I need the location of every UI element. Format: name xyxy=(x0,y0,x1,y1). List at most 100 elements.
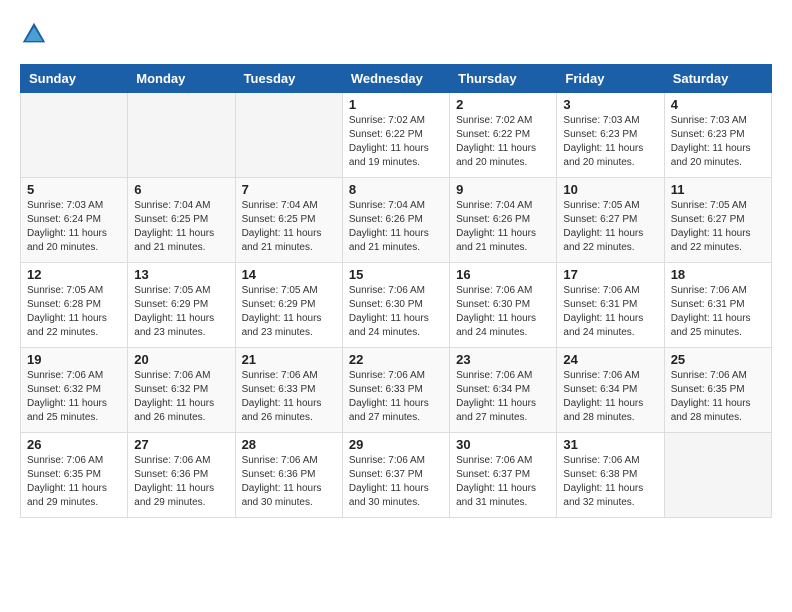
day-info: Sunrise: 7:05 AM Sunset: 6:28 PM Dayligh… xyxy=(27,284,121,340)
calendar-cell: 27 Sunrise: 7:06 AM Sunset: 6:36 PM Dayli… xyxy=(128,433,235,518)
day-number: 9 xyxy=(456,182,550,197)
calendar-cell xyxy=(128,93,235,178)
calendar-cell: 18 Sunrise: 7:06 AM Sunset: 6:31 PM Dayli… xyxy=(664,263,771,348)
day-info: Sunrise: 7:05 AM Sunset: 6:27 PM Dayligh… xyxy=(671,199,765,255)
calendar-cell: 20 Sunrise: 7:06 AM Sunset: 6:32 PM Dayli… xyxy=(128,348,235,433)
day-number: 25 xyxy=(671,352,765,367)
calendar-cell: 1Sunrise: 7:02 AM Sunset: 6:22 PM Daylig… xyxy=(342,93,449,178)
header-sunday: Sunday xyxy=(21,65,128,93)
calendar-cell: 25 Sunrise: 7:06 AM Sunset: 6:35 PM Dayli… xyxy=(664,348,771,433)
calendar-cell: 23 Sunrise: 7:06 AM Sunset: 6:34 PM Dayli… xyxy=(450,348,557,433)
header-saturday: Saturday xyxy=(664,65,771,93)
week-row-3: 12 Sunrise: 7:05 AM Sunset: 6:28 PM Dayli… xyxy=(21,263,772,348)
calendar-cell: 19 Sunrise: 7:06 AM Sunset: 6:32 PM Dayli… xyxy=(21,348,128,433)
calendar-cell: 30Sunrise: 7:06 AM Sunset: 6:37 PM Dayli… xyxy=(450,433,557,518)
day-number: 24 xyxy=(563,352,657,367)
day-number: 29 xyxy=(349,437,443,452)
calendar-cell: 3 Sunrise: 7:03 AM Sunset: 6:23 PM Daylig… xyxy=(557,93,664,178)
day-number: 1 xyxy=(349,97,443,112)
day-info: Sunrise: 7:06 AM Sunset: 6:35 PM Dayligh… xyxy=(27,454,121,510)
calendar-cell: 28 Sunrise: 7:06 AM Sunset: 6:36 PM Dayli… xyxy=(235,433,342,518)
day-number: 7 xyxy=(242,182,336,197)
day-number: 14 xyxy=(242,267,336,282)
day-info: Sunrise: 7:03 AM Sunset: 6:23 PM Dayligh… xyxy=(563,114,657,170)
day-info: Sunrise: 7:06 AM Sunset: 6:36 PM Dayligh… xyxy=(134,454,228,510)
day-info: Sunrise: 7:04 AM Sunset: 6:26 PM Dayligh… xyxy=(349,199,443,255)
day-info: Sunrise: 7:04 AM Sunset: 6:25 PM Dayligh… xyxy=(134,199,228,255)
day-number: 5 xyxy=(27,182,121,197)
day-info: Sunrise: 7:06 AM Sunset: 6:34 PM Dayligh… xyxy=(563,369,657,425)
day-info: Sunrise: 7:06 AM Sunset: 6:30 PM Dayligh… xyxy=(456,284,550,340)
calendar-cell: 13 Sunrise: 7:05 AM Sunset: 6:29 PM Dayli… xyxy=(128,263,235,348)
day-number: 27 xyxy=(134,437,228,452)
day-number: 6 xyxy=(134,182,228,197)
calendar-cell: 17 Sunrise: 7:06 AM Sunset: 6:31 PM Dayli… xyxy=(557,263,664,348)
header-tuesday: Tuesday xyxy=(235,65,342,93)
calendar-cell: 16Sunrise: 7:06 AM Sunset: 6:30 PM Dayli… xyxy=(450,263,557,348)
day-info: Sunrise: 7:06 AM Sunset: 6:36 PM Dayligh… xyxy=(242,454,336,510)
calendar-cell: 11 Sunrise: 7:05 AM Sunset: 6:27 PM Dayli… xyxy=(664,178,771,263)
day-number: 3 xyxy=(563,97,657,112)
day-number: 10 xyxy=(563,182,657,197)
day-info: Sunrise: 7:04 AM Sunset: 6:25 PM Dayligh… xyxy=(242,199,336,255)
calendar-cell: 4Sunrise: 7:03 AM Sunset: 6:23 PM Daylig… xyxy=(664,93,771,178)
calendar-cell: 7 Sunrise: 7:04 AM Sunset: 6:25 PM Daylig… xyxy=(235,178,342,263)
day-number: 12 xyxy=(27,267,121,282)
day-info: Sunrise: 7:06 AM Sunset: 6:34 PM Dayligh… xyxy=(456,369,550,425)
day-number: 30 xyxy=(456,437,550,452)
header-friday: Friday xyxy=(557,65,664,93)
logo-icon xyxy=(20,20,48,48)
day-info: Sunrise: 7:05 AM Sunset: 6:27 PM Dayligh… xyxy=(563,199,657,255)
day-info: Sunrise: 7:06 AM Sunset: 6:35 PM Dayligh… xyxy=(671,369,765,425)
calendar-cell: 12 Sunrise: 7:05 AM Sunset: 6:28 PM Dayli… xyxy=(21,263,128,348)
day-info: Sunrise: 7:05 AM Sunset: 6:29 PM Dayligh… xyxy=(242,284,336,340)
calendar-header-row: SundayMondayTuesdayWednesdayThursdayFrid… xyxy=(21,65,772,93)
day-number: 19 xyxy=(27,352,121,367)
day-info: Sunrise: 7:06 AM Sunset: 6:31 PM Dayligh… xyxy=(563,284,657,340)
calendar-cell: 5Sunrise: 7:03 AM Sunset: 6:24 PM Daylig… xyxy=(21,178,128,263)
calendar-cell: 9 Sunrise: 7:04 AM Sunset: 6:26 PM Daylig… xyxy=(450,178,557,263)
day-number: 20 xyxy=(134,352,228,367)
calendar-cell: 10 Sunrise: 7:05 AM Sunset: 6:27 PM Dayli… xyxy=(557,178,664,263)
day-number: 18 xyxy=(671,267,765,282)
day-number: 13 xyxy=(134,267,228,282)
day-info: Sunrise: 7:06 AM Sunset: 6:30 PM Dayligh… xyxy=(349,284,443,340)
day-number: 8 xyxy=(349,182,443,197)
calendar-cell xyxy=(235,93,342,178)
day-info: Sunrise: 7:04 AM Sunset: 6:26 PM Dayligh… xyxy=(456,199,550,255)
header-monday: Monday xyxy=(128,65,235,93)
day-number: 26 xyxy=(27,437,121,452)
header-wednesday: Wednesday xyxy=(342,65,449,93)
day-number: 17 xyxy=(563,267,657,282)
logo xyxy=(20,20,52,48)
calendar-cell: 26 Sunrise: 7:06 AM Sunset: 6:35 PM Dayli… xyxy=(21,433,128,518)
calendar-cell: 2Sunrise: 7:02 AM Sunset: 6:22 PM Daylig… xyxy=(450,93,557,178)
day-info: Sunrise: 7:05 AM Sunset: 6:29 PM Dayligh… xyxy=(134,284,228,340)
day-info: Sunrise: 7:06 AM Sunset: 6:33 PM Dayligh… xyxy=(242,369,336,425)
day-number: 28 xyxy=(242,437,336,452)
week-row-5: 26 Sunrise: 7:06 AM Sunset: 6:35 PM Dayli… xyxy=(21,433,772,518)
day-info: Sunrise: 7:02 AM Sunset: 6:22 PM Dayligh… xyxy=(456,114,550,170)
day-info: Sunrise: 7:06 AM Sunset: 6:32 PM Dayligh… xyxy=(27,369,121,425)
calendar-cell: 14 Sunrise: 7:05 AM Sunset: 6:29 PM Dayli… xyxy=(235,263,342,348)
day-info: Sunrise: 7:06 AM Sunset: 6:31 PM Dayligh… xyxy=(671,284,765,340)
week-row-1: 1 Sunrise: 7:02 AM Sunset: 6:22 PM Daylig… xyxy=(21,93,772,178)
day-number: 22 xyxy=(349,352,443,367)
day-number: 31 xyxy=(563,437,657,452)
calendar-cell: 22 Sunrise: 7:06 AM Sunset: 6:33 PM Dayli… xyxy=(342,348,449,433)
calendar-cell: 21 Sunrise: 7:06 AM Sunset: 6:33 PM Dayli… xyxy=(235,348,342,433)
header-thursday: Thursday xyxy=(450,65,557,93)
calendar-cell: 6 Sunrise: 7:04 AM Sunset: 6:25 PM Daylig… xyxy=(128,178,235,263)
day-number: 4 xyxy=(671,97,765,112)
day-info: Sunrise: 7:06 AM Sunset: 6:33 PM Dayligh… xyxy=(349,369,443,425)
day-info: Sunrise: 7:06 AM Sunset: 6:37 PM Dayligh… xyxy=(349,454,443,510)
day-number: 11 xyxy=(671,182,765,197)
calendar-cell: 24 Sunrise: 7:06 AM Sunset: 6:34 PM Dayli… xyxy=(557,348,664,433)
calendar-cell xyxy=(664,433,771,518)
day-number: 15 xyxy=(349,267,443,282)
week-row-2: 5Sunrise: 7:03 AM Sunset: 6:24 PM Daylig… xyxy=(21,178,772,263)
day-info: Sunrise: 7:06 AM Sunset: 6:32 PM Dayligh… xyxy=(134,369,228,425)
day-number: 21 xyxy=(242,352,336,367)
calendar-cell: 15 Sunrise: 7:06 AM Sunset: 6:30 PM Dayli… xyxy=(342,263,449,348)
day-number: 23 xyxy=(456,352,550,367)
